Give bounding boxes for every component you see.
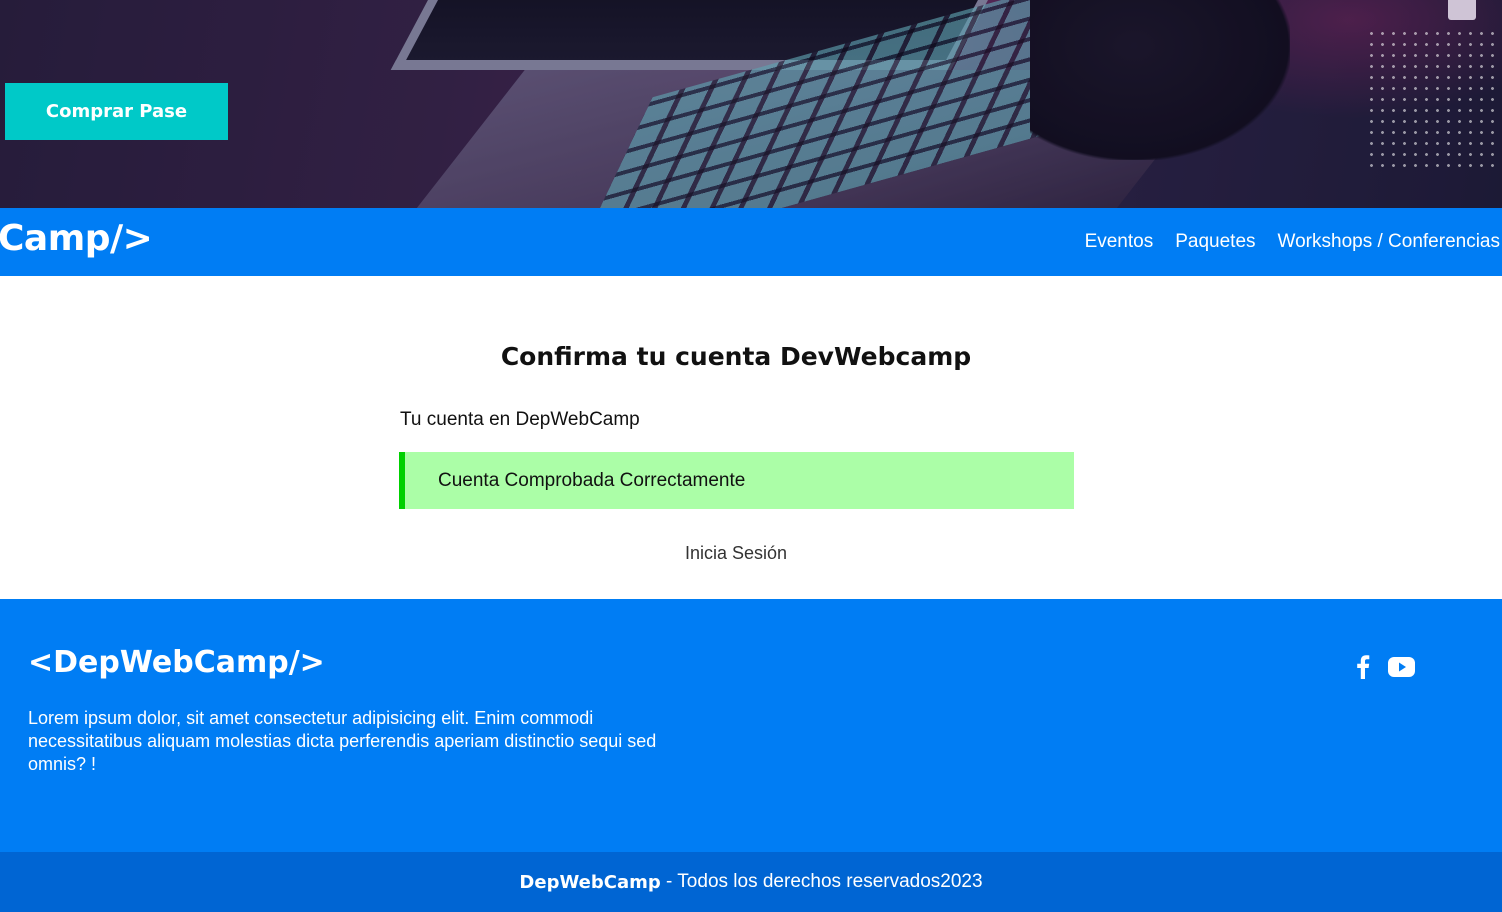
copyright-bar: DepWebCamp - Todos los derechos reservad… <box>0 852 1502 912</box>
hero-banner: Comprar Pase <box>0 0 1502 208</box>
intro-text: Tu cuenta en DepWebCamp <box>400 409 640 430</box>
hero-dot-pattern <box>1366 28 1502 172</box>
main-content: Confirma tu cuenta DevWebcamp Tu cuenta … <box>0 276 1502 599</box>
footer-brand-logo: <DepWebCamp/> <box>28 645 325 680</box>
copyright-text: - Todos los derechos reservados2023 <box>660 871 983 892</box>
page-title: Confirma tu cuenta DevWebcamp <box>500 342 972 371</box>
navbar-links: Eventos Paquetes Workshops / Conferencia… <box>1085 208 1500 276</box>
success-alert-message: Cuenta Comprobada Correctamente <box>438 469 746 491</box>
login-link[interactable]: Inicia Sesión <box>0 543 1472 564</box>
copyright-brand: DepWebCamp <box>519 871 661 893</box>
navbar-brand-logo[interactable]: Camp/> <box>0 218 153 259</box>
footer-description: Lorem ipsum dolor, sit amet consectetur … <box>28 708 657 774</box>
site-footer: <DepWebCamp/> Lorem ipsum dolor, sit ame… <box>0 599 1502 852</box>
main-navbar: Camp/> Eventos Paquetes Workshops / Conf… <box>0 208 1502 276</box>
youtube-icon[interactable] <box>1388 657 1415 682</box>
nav-link-eventos[interactable]: Eventos <box>1085 231 1154 253</box>
facebook-icon[interactable] <box>1356 655 1370 684</box>
social-links <box>1356 655 1415 684</box>
nav-link-workshops[interactable]: Workshops / Conferencias <box>1278 231 1500 253</box>
nav-link-paquetes[interactable]: Paquetes <box>1175 231 1255 253</box>
buy-pass-button[interactable]: Comprar Pase <box>5 83 228 140</box>
success-alert: Cuenta Comprobada Correctamente <box>399 452 1074 509</box>
hero-decoration <box>1448 0 1476 20</box>
